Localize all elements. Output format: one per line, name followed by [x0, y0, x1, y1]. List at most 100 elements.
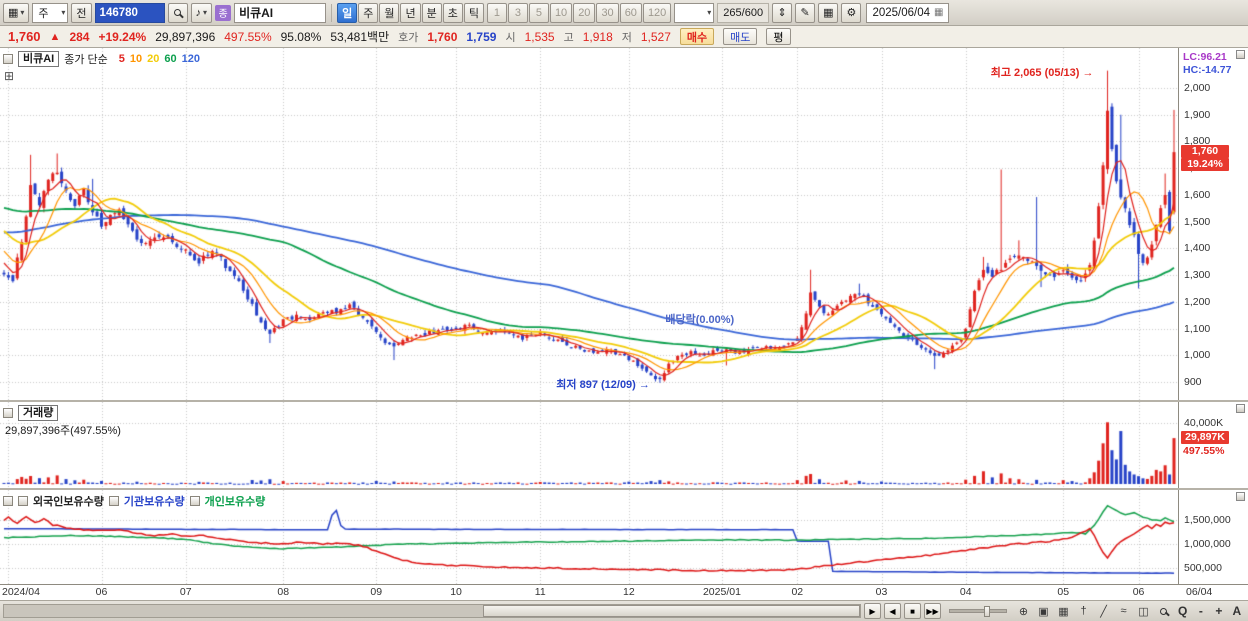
chart-stack: 비큐AI 종가 단순 5 10 20 60 120 ⊞ 최고 2,065 (05/13)… [0, 48, 1248, 600]
chevron-down-icon: ▾ [707, 8, 712, 17]
layout-tool-button[interactable]: ▦ [818, 2, 839, 23]
indicator-button[interactable]: ≈ [1115, 603, 1132, 620]
stock-chart-window: ▦▾ 주▾ 전 ♪▾ 종 비큐AI 일주월년분초틱 13510203060120… [0, 0, 1248, 621]
calendar-icon: ▦ [934, 7, 944, 18]
fast-forward-button[interactable]: ▶▶ [924, 603, 941, 619]
high-label: 고 [563, 31, 574, 44]
trade-value: 53,481백만 [330, 30, 390, 44]
bottom-toolbar: ▶ ◀ ■ ▶▶ ⊕ ▣ ▦ † ╱ ≈ ◫ Q - + A [0, 600, 1248, 621]
speed-slider[interactable] [949, 606, 1007, 617]
layout-icon: ▦ [823, 7, 834, 19]
open-label: 시 [505, 31, 516, 44]
time-tick-label: 06 [95, 586, 108, 598]
price-tick: 1,400 [1184, 242, 1211, 255]
step-back-button[interactable]: ◀ [884, 603, 901, 619]
price-tick: 1,900 [1184, 108, 1211, 121]
price-pane: 비큐AI 종가 단순 5 10 20 60 120 ⊞ 최고 2,065 (05/13)… [0, 48, 1248, 400]
pan-tool-button[interactable]: ⊕ [1015, 603, 1032, 620]
period-tab[interactable]: 주 [358, 2, 379, 23]
extra-combo[interactable]: ▾ [674, 2, 715, 23]
settings-button[interactable]: ⚙ [841, 2, 862, 23]
volume-pane: 거래량 29,897,396주(497.55%) 40,000K 29,897K… [0, 400, 1248, 488]
play-button[interactable]: ▶ [864, 603, 881, 619]
sell-button[interactable]: 매도 [723, 28, 758, 45]
time-tick-label: 04 [959, 586, 972, 598]
buy-button[interactable]: 매수 [679, 28, 715, 45]
price-axis: LC:96.21 HC:-14.77 2,0001,9001,8001,7001… [1178, 48, 1248, 400]
period-tab[interactable]: 분 [421, 2, 442, 23]
lc-value: LC:96.21 [1183, 51, 1227, 63]
period-tab[interactable]: 틱 [463, 2, 484, 23]
low-label: 저 [621, 31, 632, 44]
period-tab[interactable]: 월 [379, 2, 400, 23]
avg-button[interactable]: 평 [766, 28, 791, 45]
compare-button[interactable]: ◫ [1135, 603, 1152, 620]
volume-chart-canvas[interactable] [0, 402, 1178, 488]
magnifier-button[interactable] [1155, 603, 1172, 620]
price-tick: 2,000 [1184, 82, 1211, 94]
time-tick-label: 11 [534, 586, 546, 598]
auto-scale-button[interactable]: A [1229, 602, 1244, 620]
interval-button[interactable]: 20 [573, 2, 596, 23]
interval-button[interactable]: 30 [596, 2, 619, 23]
price-tick: 900 [1184, 376, 1202, 388]
interval-button[interactable]: 10 [549, 2, 573, 23]
ownership-chart-canvas[interactable] [0, 490, 1178, 584]
pane-collapse-button[interactable] [1236, 404, 1245, 413]
time-tick-label: 02 [791, 586, 804, 598]
volume-value: 29,897,396 [155, 29, 216, 44]
snapshot-button[interactable]: ▣ [1035, 603, 1052, 620]
period-tab[interactable]: 일 [337, 2, 358, 23]
zoom-in-button[interactable]: + [1211, 602, 1226, 620]
time-tick-label: 07 [179, 586, 192, 598]
snapshot-icon: ▣ [1038, 605, 1049, 618]
scale-tool-button[interactable]: ⇕ [772, 2, 793, 23]
trendline-icon: ╱ [1100, 605, 1107, 618]
chevron-down-icon: ▾ [61, 8, 66, 17]
ownership-tick: 1,500,000 [1184, 514, 1231, 526]
prev-stock-button[interactable]: 전 [71, 2, 92, 23]
grid-toggle-button[interactable]: ▦ [1055, 603, 1072, 620]
up-arrow-icon: ▲ [49, 30, 61, 43]
price-chart-canvas[interactable] [0, 48, 1178, 400]
interval-button[interactable]: 1 [486, 2, 507, 23]
trendline-button[interactable]: ╱ [1095, 603, 1112, 620]
ownership-tick: 1,000,000 [1184, 538, 1231, 550]
link-period-value: 주 [38, 7, 49, 20]
date-value: 2025/06/04 [872, 6, 931, 19]
interval-button[interactable]: 5 [528, 2, 549, 23]
pane-collapse-button[interactable] [1236, 50, 1245, 59]
magnifier-icon [1160, 607, 1167, 615]
sound-button[interactable]: ♪ ▾ [190, 2, 213, 23]
price-tick: 1,600 [1184, 188, 1211, 201]
price-change: 284 [69, 29, 90, 44]
interval-button[interactable]: 60 [619, 2, 642, 23]
current-volume-pct: 497.55% [1183, 445, 1225, 458]
stock-code-input[interactable] [94, 2, 165, 23]
speed-slider-thumb[interactable] [983, 606, 990, 617]
link-period-combo[interactable]: 주 ▾ [32, 2, 69, 23]
date-picker[interactable]: 2025/06/04 ▦ [866, 2, 950, 23]
hscroll-thumb[interactable] [483, 605, 860, 617]
stock-name-field[interactable]: 비큐AI [234, 2, 327, 23]
zoom-reset-button[interactable]: Q [1175, 602, 1190, 620]
crosshair-button[interactable]: † [1075, 603, 1092, 620]
interval-button[interactable]: 120 [642, 2, 672, 23]
stop-button[interactable]: ■ [904, 603, 921, 619]
draw-tool-button[interactable]: ✎ [795, 2, 816, 23]
chart-window-button[interactable]: ▦ ▾ [3, 2, 30, 23]
pane-collapse-button[interactable] [1236, 492, 1245, 501]
ask-price: 1,760 [427, 29, 458, 44]
period-tab[interactable]: 초 [442, 2, 463, 23]
low-price: 1,527 [640, 29, 671, 44]
search-button[interactable] [167, 2, 188, 23]
interval-button[interactable]: 3 [507, 2, 528, 23]
period-tab[interactable]: 년 [400, 2, 421, 23]
interval-button-group: 1 3 5 10 20 30 60 120 [486, 2, 672, 23]
grid-icon: ▦ [1058, 605, 1069, 618]
chevron-down-icon: ▾ [203, 8, 208, 17]
period-button-group: 일주월년분초틱 [337, 2, 484, 23]
price-tick: 1,300 [1184, 269, 1211, 282]
zoom-out-button[interactable]: - [1193, 602, 1208, 620]
chart-hscrollbar[interactable] [3, 604, 861, 618]
